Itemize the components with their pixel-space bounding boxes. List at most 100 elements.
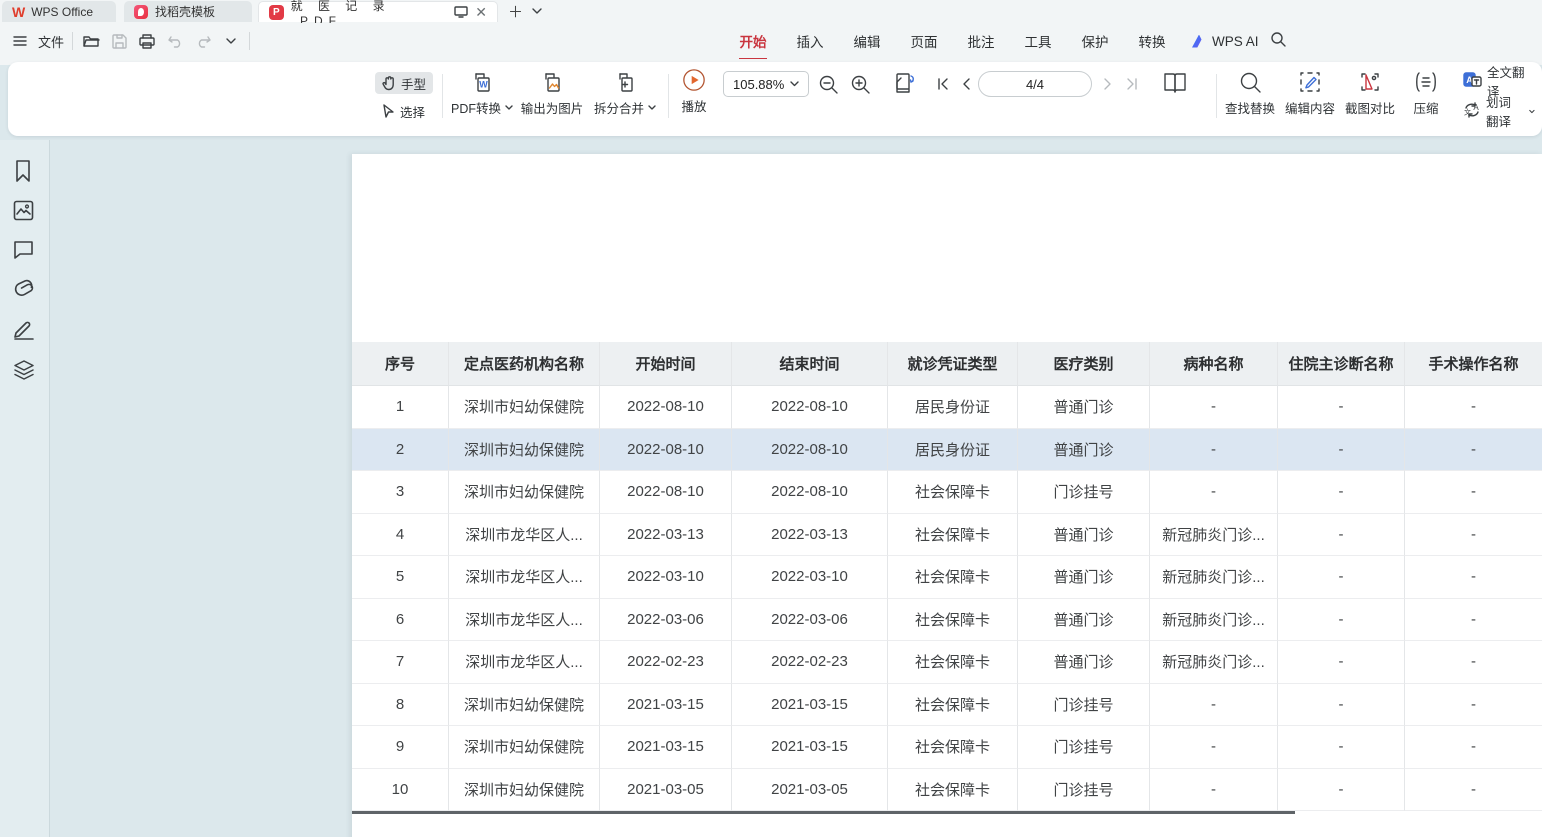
full-translate-button[interactable]: A 全文翻译 xyxy=(1456,70,1542,92)
new-tab-button[interactable]: ＋ xyxy=(508,0,523,22)
prev-page-icon[interactable] xyxy=(958,72,974,96)
tab-docer[interactable]: 找稻壳模板 xyxy=(124,1,252,22)
menu-item-工具[interactable]: 工具 xyxy=(1023,31,1053,51)
table-cell: 5 xyxy=(352,556,449,599)
zoom-out-icon[interactable] xyxy=(816,72,840,96)
attachment-clip-icon[interactable] xyxy=(13,279,35,301)
zoom-value: 105.88% xyxy=(733,77,784,92)
tab-document-active[interactable]: P 就 医 记 录 .PDF ✕ xyxy=(258,1,498,22)
svg-text:A: A xyxy=(1473,103,1479,112)
table-row[interactable]: 3深圳市妇幼保健院2022-08-102022-08-10社会保障卡门诊挂号--… xyxy=(352,471,1542,514)
hamburger-icon[interactable] xyxy=(10,31,30,51)
tab-label: WPS Office xyxy=(31,5,93,19)
table-cell: - xyxy=(1278,769,1405,812)
menu-item-转换[interactable]: 转换 xyxy=(1137,31,1167,51)
menu-search-icon[interactable] xyxy=(1270,31,1287,53)
table-cell: - xyxy=(1405,684,1542,727)
table-row[interactable]: 5深圳市龙华区人...2022-03-102022-03-10社会保障卡普通门诊… xyxy=(352,556,1542,599)
play-button[interactable]: 播放 xyxy=(670,68,718,115)
layers-icon[interactable] xyxy=(13,359,35,381)
table-row[interactable]: 9深圳市妇幼保健院2021-03-152021-03-15社会保障卡门诊挂号--… xyxy=(352,726,1542,769)
page-number-input[interactable]: 4/4 xyxy=(978,71,1092,97)
next-page-icon[interactable] xyxy=(1100,72,1116,96)
compress-icon xyxy=(1414,70,1438,94)
table-cell: 社会保障卡 xyxy=(888,556,1018,599)
signature-pen-icon[interactable] xyxy=(13,319,35,341)
open-file-icon[interactable] xyxy=(81,31,101,51)
comment-icon[interactable] xyxy=(13,240,35,262)
table-cell: 2022-03-10 xyxy=(732,556,888,599)
redo-icon[interactable] xyxy=(193,31,213,51)
read-mode-icon[interactable] xyxy=(1160,69,1190,97)
table-cell: - xyxy=(1278,556,1405,599)
table-row[interactable]: 4深圳市龙华区人...2022-03-132022-03-13社会保障卡普通门诊… xyxy=(352,514,1542,557)
thumbnail-image-icon[interactable] xyxy=(13,200,35,222)
undo-icon[interactable] xyxy=(165,31,185,51)
edit-content-button[interactable]: 编辑内容 xyxy=(1280,70,1340,117)
zoom-in-icon[interactable] xyxy=(848,72,872,96)
table-cell: 社会保障卡 xyxy=(888,471,1018,514)
table-cell: 社会保障卡 xyxy=(888,769,1018,812)
table-row[interactable]: 6深圳市龙华区人...2022-03-062022-03-06社会保障卡普通门诊… xyxy=(352,599,1542,642)
word-translate-button[interactable]: A文 划词翻译 xyxy=(1456,100,1542,122)
wps-ai-icon xyxy=(1192,35,1206,48)
hand-tool-button[interactable]: 手型 xyxy=(375,72,433,94)
page-indicator: 4/4 xyxy=(1026,77,1044,92)
first-page-icon[interactable] xyxy=(933,72,953,96)
table-row[interactable]: 1深圳市妇幼保健院2022-08-102022-08-10居民身份证普通门诊--… xyxy=(352,386,1542,429)
table-row[interactable]: 2深圳市妇幼保健院2022-08-102022-08-10居民身份证普通门诊--… xyxy=(352,429,1542,472)
hand-tool-label: 手型 xyxy=(401,74,426,93)
last-page-icon[interactable] xyxy=(1122,72,1142,96)
split-merge-button[interactable]: 拆分合并 xyxy=(586,70,664,117)
menu-item-编辑[interactable]: 编辑 xyxy=(852,31,882,51)
menu-item-开始[interactable]: 开始 xyxy=(738,31,768,51)
compress-button[interactable]: 压缩 xyxy=(1400,70,1452,117)
table-cell: 深圳市龙华区人... xyxy=(449,514,600,557)
export-image-button[interactable]: 输出为图片 xyxy=(510,70,594,117)
table-cell: 2021-03-15 xyxy=(732,726,888,769)
table-header-cell: 住院主诊断名称 xyxy=(1278,342,1405,386)
table-cell: 新冠肺炎门诊... xyxy=(1150,514,1278,557)
table-cell: - xyxy=(1405,726,1542,769)
menu-item-插入[interactable]: 插入 xyxy=(795,31,825,51)
table-header-cell: 就诊凭证类型 xyxy=(888,342,1018,386)
tab-wps-home[interactable]: W WPS Office xyxy=(2,1,116,22)
play-icon xyxy=(682,68,706,92)
close-tab-icon[interactable]: ✕ xyxy=(475,4,487,21)
monitor-icon[interactable] xyxy=(454,6,468,18)
print-icon[interactable] xyxy=(137,31,157,51)
table-cell: - xyxy=(1150,386,1278,429)
table-cell: 4 xyxy=(352,514,449,557)
menu-item-批注[interactable]: 批注 xyxy=(966,31,996,51)
table-cell: 深圳市妇幼保健院 xyxy=(449,429,600,472)
pdf-convert-button[interactable]: W PDF转换 xyxy=(444,70,520,117)
tab-list-chevron-icon[interactable] xyxy=(532,0,542,22)
ribbon-toolbar: 手型 选择 W PDF转换 输出为图片 拆分合并 xyxy=(8,62,1542,136)
table-row[interactable]: 7深圳市龙华区人...2022-02-232022-02-23社会保障卡普通门诊… xyxy=(352,641,1542,684)
rotate-pages-icon[interactable] xyxy=(886,69,922,99)
menu-item-保护[interactable]: 保护 xyxy=(1080,31,1110,51)
find-replace-button[interactable]: 查找替换 xyxy=(1220,70,1280,117)
bookmark-icon[interactable] xyxy=(13,160,35,182)
table-header-cell: 病种名称 xyxy=(1150,342,1278,386)
menu-item-页面[interactable]: 页面 xyxy=(909,31,939,51)
full-translate-icon: A xyxy=(1463,71,1482,91)
select-tool-button[interactable]: 选择 xyxy=(375,100,432,122)
save-icon[interactable] xyxy=(109,31,129,51)
zoom-level-select[interactable]: 105.88% xyxy=(723,71,809,97)
table-cell: - xyxy=(1150,684,1278,727)
table-cell: 1 xyxy=(352,386,449,429)
table-cell: 2021-03-15 xyxy=(732,684,888,727)
table-header-cell: 医疗类别 xyxy=(1018,342,1150,386)
file-menu[interactable]: 文件 xyxy=(38,32,64,51)
wps-ai-button[interactable]: WPS AI xyxy=(1192,23,1259,59)
pdf-page[interactable]: 序号定点医药机构名称开始时间结束时间就诊凭证类型医疗类别病种名称住院主诊断名称手… xyxy=(352,154,1542,837)
table-row[interactable]: 8深圳市妇幼保健院2021-03-152021-03-15社会保障卡门诊挂号--… xyxy=(352,684,1542,727)
table-row[interactable]: 10深圳市妇幼保健院2021-03-052021-03-05社会保障卡门诊挂号-… xyxy=(352,769,1542,812)
quick-access-chevron-icon[interactable] xyxy=(221,31,241,51)
edit-content-label: 编辑内容 xyxy=(1285,98,1335,117)
screenshot-compare-button[interactable]: 截图对比 xyxy=(1340,70,1400,117)
table-cell: 普通门诊 xyxy=(1018,556,1150,599)
table-header-cell: 结束时间 xyxy=(732,342,888,386)
word-translate-icon: A文 xyxy=(1463,101,1481,122)
